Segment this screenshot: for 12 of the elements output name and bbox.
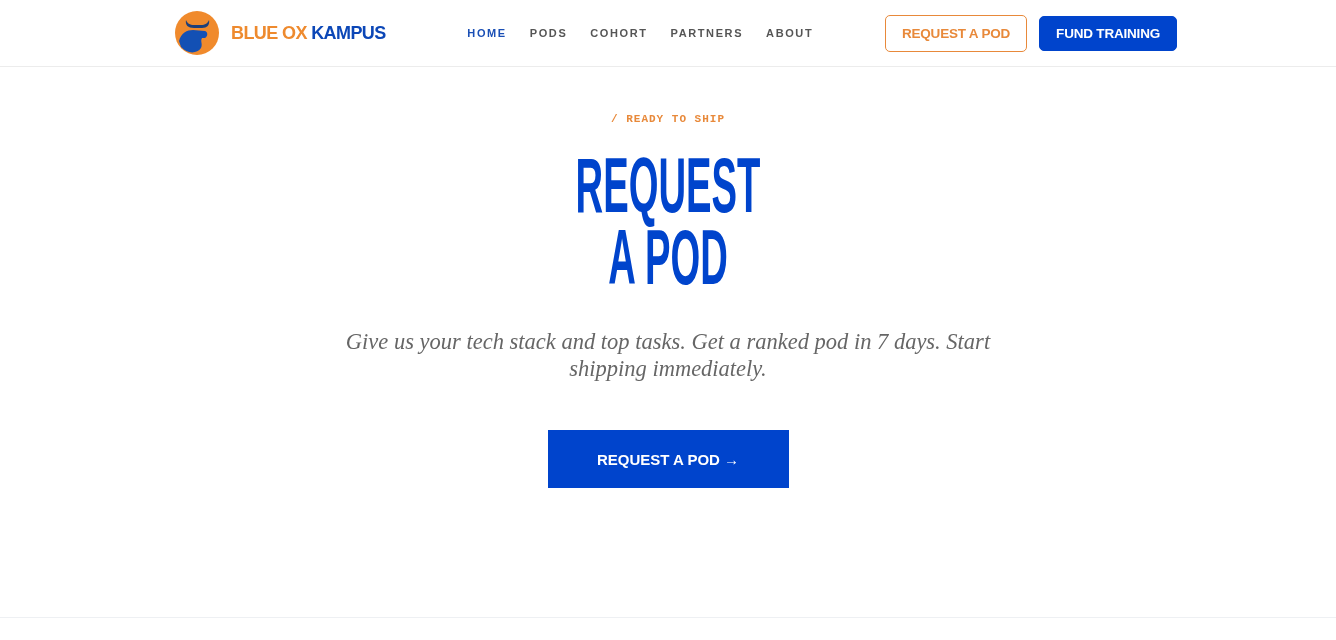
- request-pod-cta-button[interactable]: REQUEST A POD →: [547, 430, 789, 488]
- nav-link[interactable]: ABOUT: [766, 27, 814, 39]
- brand-logo-icon[interactable]: [175, 11, 219, 55]
- nav-link[interactable]: COHORT: [590, 27, 648, 39]
- eyebrow-label: / READY TO SHIP: [611, 112, 725, 127]
- fund-training-button[interactable]: FUND TRAINING: [1039, 15, 1177, 51]
- nav-link[interactable]: PARTNERS: [670, 27, 744, 39]
- nav-link[interactable]: HOME: [467, 27, 507, 39]
- nav-link[interactable]: PODS: [529, 27, 568, 39]
- hero-subtitle: Give us your tech stack and top tasks. Get a ranked pod in 7 days. Start shipping immediately.: [344, 328, 992, 382]
- brand-name[interactable]: BLUE OX KAMPUS: [231, 22, 386, 44]
- hero-title: REQUEST A POD: [574, 149, 762, 293]
